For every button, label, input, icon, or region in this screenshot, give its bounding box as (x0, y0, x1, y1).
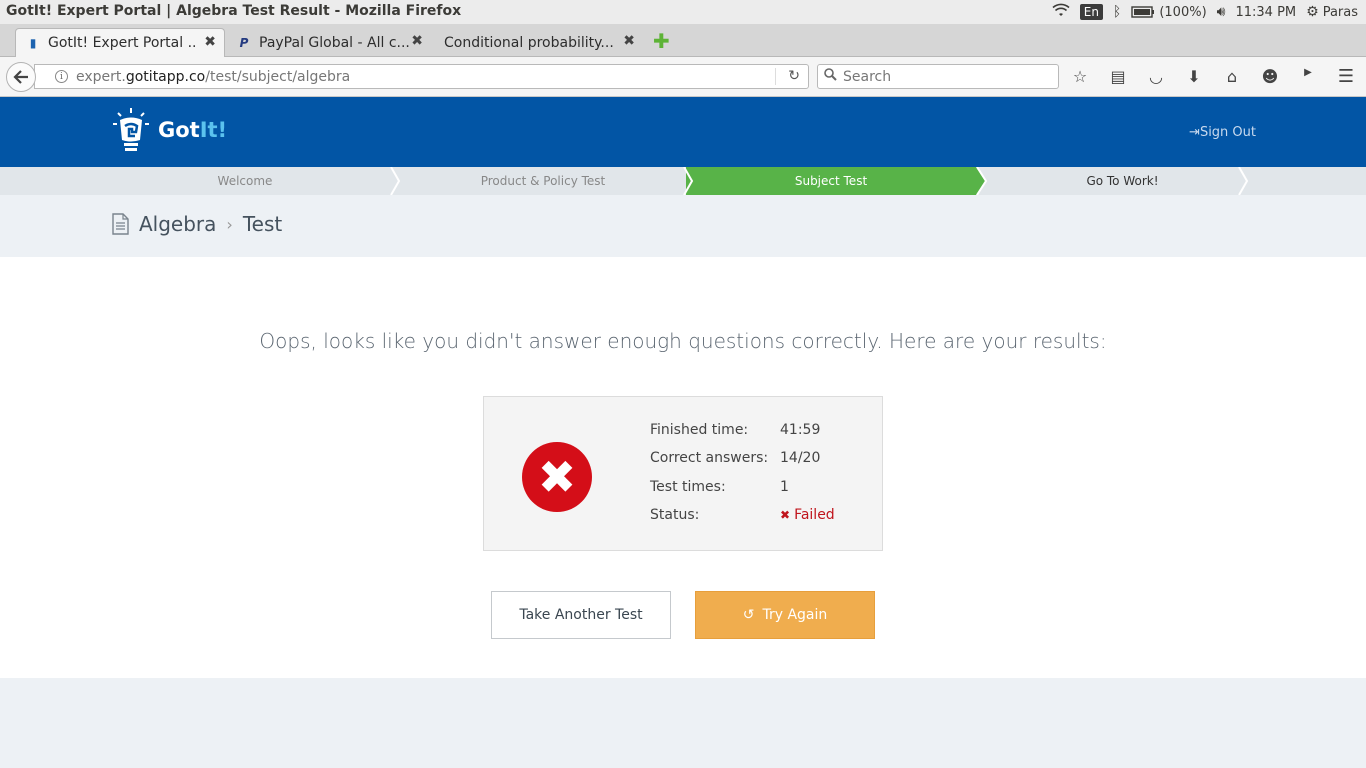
back-arrow-icon (13, 70, 28, 84)
document-icon (112, 213, 129, 235)
tab-label: GotIt! Expert Portal ... (48, 35, 198, 51)
keyboard-language-indicator[interactable]: En (1079, 4, 1103, 20)
window-title: GotIt! Expert Portal | Algebra Test Resu… (6, 3, 462, 19)
browser-tab-bar: ▮ GotIt! Expert Portal ... ✖ P PayPal Gl… (0, 24, 1366, 57)
search-placeholder: Search (843, 68, 892, 85)
wifi-icon[interactable] (1052, 3, 1070, 21)
user-name: Paras (1322, 4, 1358, 20)
gotit-logo[interactable]: GotIt! (112, 106, 227, 154)
failed-x-icon: ✖ (780, 508, 791, 522)
result-label: Status: (650, 507, 700, 523)
bluetooth-icon[interactable]: ᛒ (1113, 4, 1121, 20)
back-button[interactable] (6, 62, 36, 92)
undo-icon: ↺ (742, 607, 755, 623)
volume-icon[interactable]: 🔊︎ (1217, 4, 1226, 20)
tab-label: Conditional probability... (444, 34, 614, 51)
youtube-icon[interactable]: ▶ (1298, 67, 1318, 86)
progress-steps: Welcome Product & Policy Test Subject Te… (0, 167, 1366, 195)
new-tab-plus-icon[interactable]: ✚ (653, 31, 671, 51)
take-another-test-button[interactable]: Take Another Test (491, 591, 671, 639)
reload-icon[interactable]: ↻ (788, 68, 800, 84)
result-row-status: Status: ✖ Failed (650, 507, 835, 523)
browser-nav-bar: i expert.gotitapp.co/test/subject/algebr… (0, 57, 1366, 97)
close-icon[interactable]: ✖ (623, 33, 635, 49)
user-menu[interactable]: ⚙ Paras (1306, 4, 1358, 20)
result-row-finished-time: Finished time: 41:59 (650, 422, 820, 438)
result-label: Finished time: (650, 422, 749, 438)
logo-wordmark: GotIt! (158, 118, 228, 142)
result-row-test-times: Test times: 1 (650, 479, 789, 495)
result-row-correct-answers: Correct answers: 14/20 (650, 450, 820, 466)
system-tray: En ᛒ (100%) 🔊︎ 11:34 PM ⚙ Paras (1052, 2, 1358, 22)
result-label: Correct answers: (650, 450, 769, 466)
tab-gotit[interactable]: ▮ GotIt! Expert Portal ... ✖ (15, 28, 225, 57)
settings-gear-icon: ⚙ (1306, 4, 1319, 20)
os-top-bar: GotIt! Expert Portal | Algebra Test Resu… (0, 0, 1366, 24)
battery-indicator[interactable]: (100%) (1131, 4, 1207, 20)
fail-x-icon: ✖ (522, 442, 592, 512)
hamburger-menu-icon[interactable]: ☰ (1338, 66, 1354, 87)
tab-paypal[interactable]: P PayPal Global - All c... ✖ (227, 28, 431, 57)
try-again-label: Try Again (762, 607, 828, 623)
pocket-icon[interactable]: ◡ (1146, 67, 1166, 86)
result-label: Test times: (650, 479, 726, 495)
paypal-favicon-icon: P (239, 35, 249, 50)
home-icon[interactable]: ⌂ (1222, 67, 1242, 86)
result-message: Oops, looks like you didn't answer enoug… (259, 329, 1107, 353)
step-chevrons (390, 167, 1249, 195)
info-icon[interactable]: i (55, 70, 68, 83)
result-value: 41:59 (780, 422, 821, 438)
result-value: 1 (780, 479, 789, 495)
reading-list-icon[interactable]: ▤ (1108, 67, 1128, 86)
result-value: 14/20 (780, 450, 821, 466)
hello-chat-icon[interactable]: ☻ (1260, 67, 1280, 86)
tab-conditional-probability[interactable]: Conditional probability... ✖ (433, 28, 643, 57)
download-icon[interactable]: ⬇ (1184, 67, 1204, 86)
sign-out-icon: ⇥ (1189, 125, 1200, 140)
status-badge: ✖ Failed (780, 507, 835, 523)
url-bar[interactable]: i expert.gotitapp.co/test/subject/algebr… (34, 64, 809, 89)
breadcrumb-subject[interactable]: Algebra (139, 212, 216, 236)
breadcrumb-page: Test (242, 212, 283, 236)
gotit-favicon-icon: ▮ (29, 36, 37, 50)
clock[interactable]: 11:34 PM (1235, 5, 1296, 20)
url-separator (775, 68, 776, 85)
tab-label: PayPal Global - All c... (259, 34, 409, 51)
battery-percent: (100%) (1159, 4, 1207, 20)
search-input[interactable]: Search (817, 64, 1059, 89)
bookmark-star-icon[interactable]: ☆ (1070, 67, 1090, 86)
close-icon[interactable]: ✖ (411, 33, 423, 49)
sign-out-link[interactable]: ⇥Sign Out (1189, 125, 1256, 140)
battery-icon (1131, 6, 1155, 18)
search-icon (824, 68, 837, 85)
close-icon[interactable]: ✖ (204, 34, 216, 50)
lightbulb-logo-icon (113, 108, 149, 151)
breadcrumb: Algebra › Test (112, 212, 282, 236)
toolbar-icons: ☆ ▤ ◡ ⬇ ⌂ ☻ ▶ (1070, 67, 1318, 86)
try-again-button[interactable]: ↺ Try Again (695, 591, 875, 639)
url-text[interactable]: expert.gotitapp.co/test/subject/algebra (76, 69, 350, 85)
chevron-right-icon: › (226, 214, 233, 234)
